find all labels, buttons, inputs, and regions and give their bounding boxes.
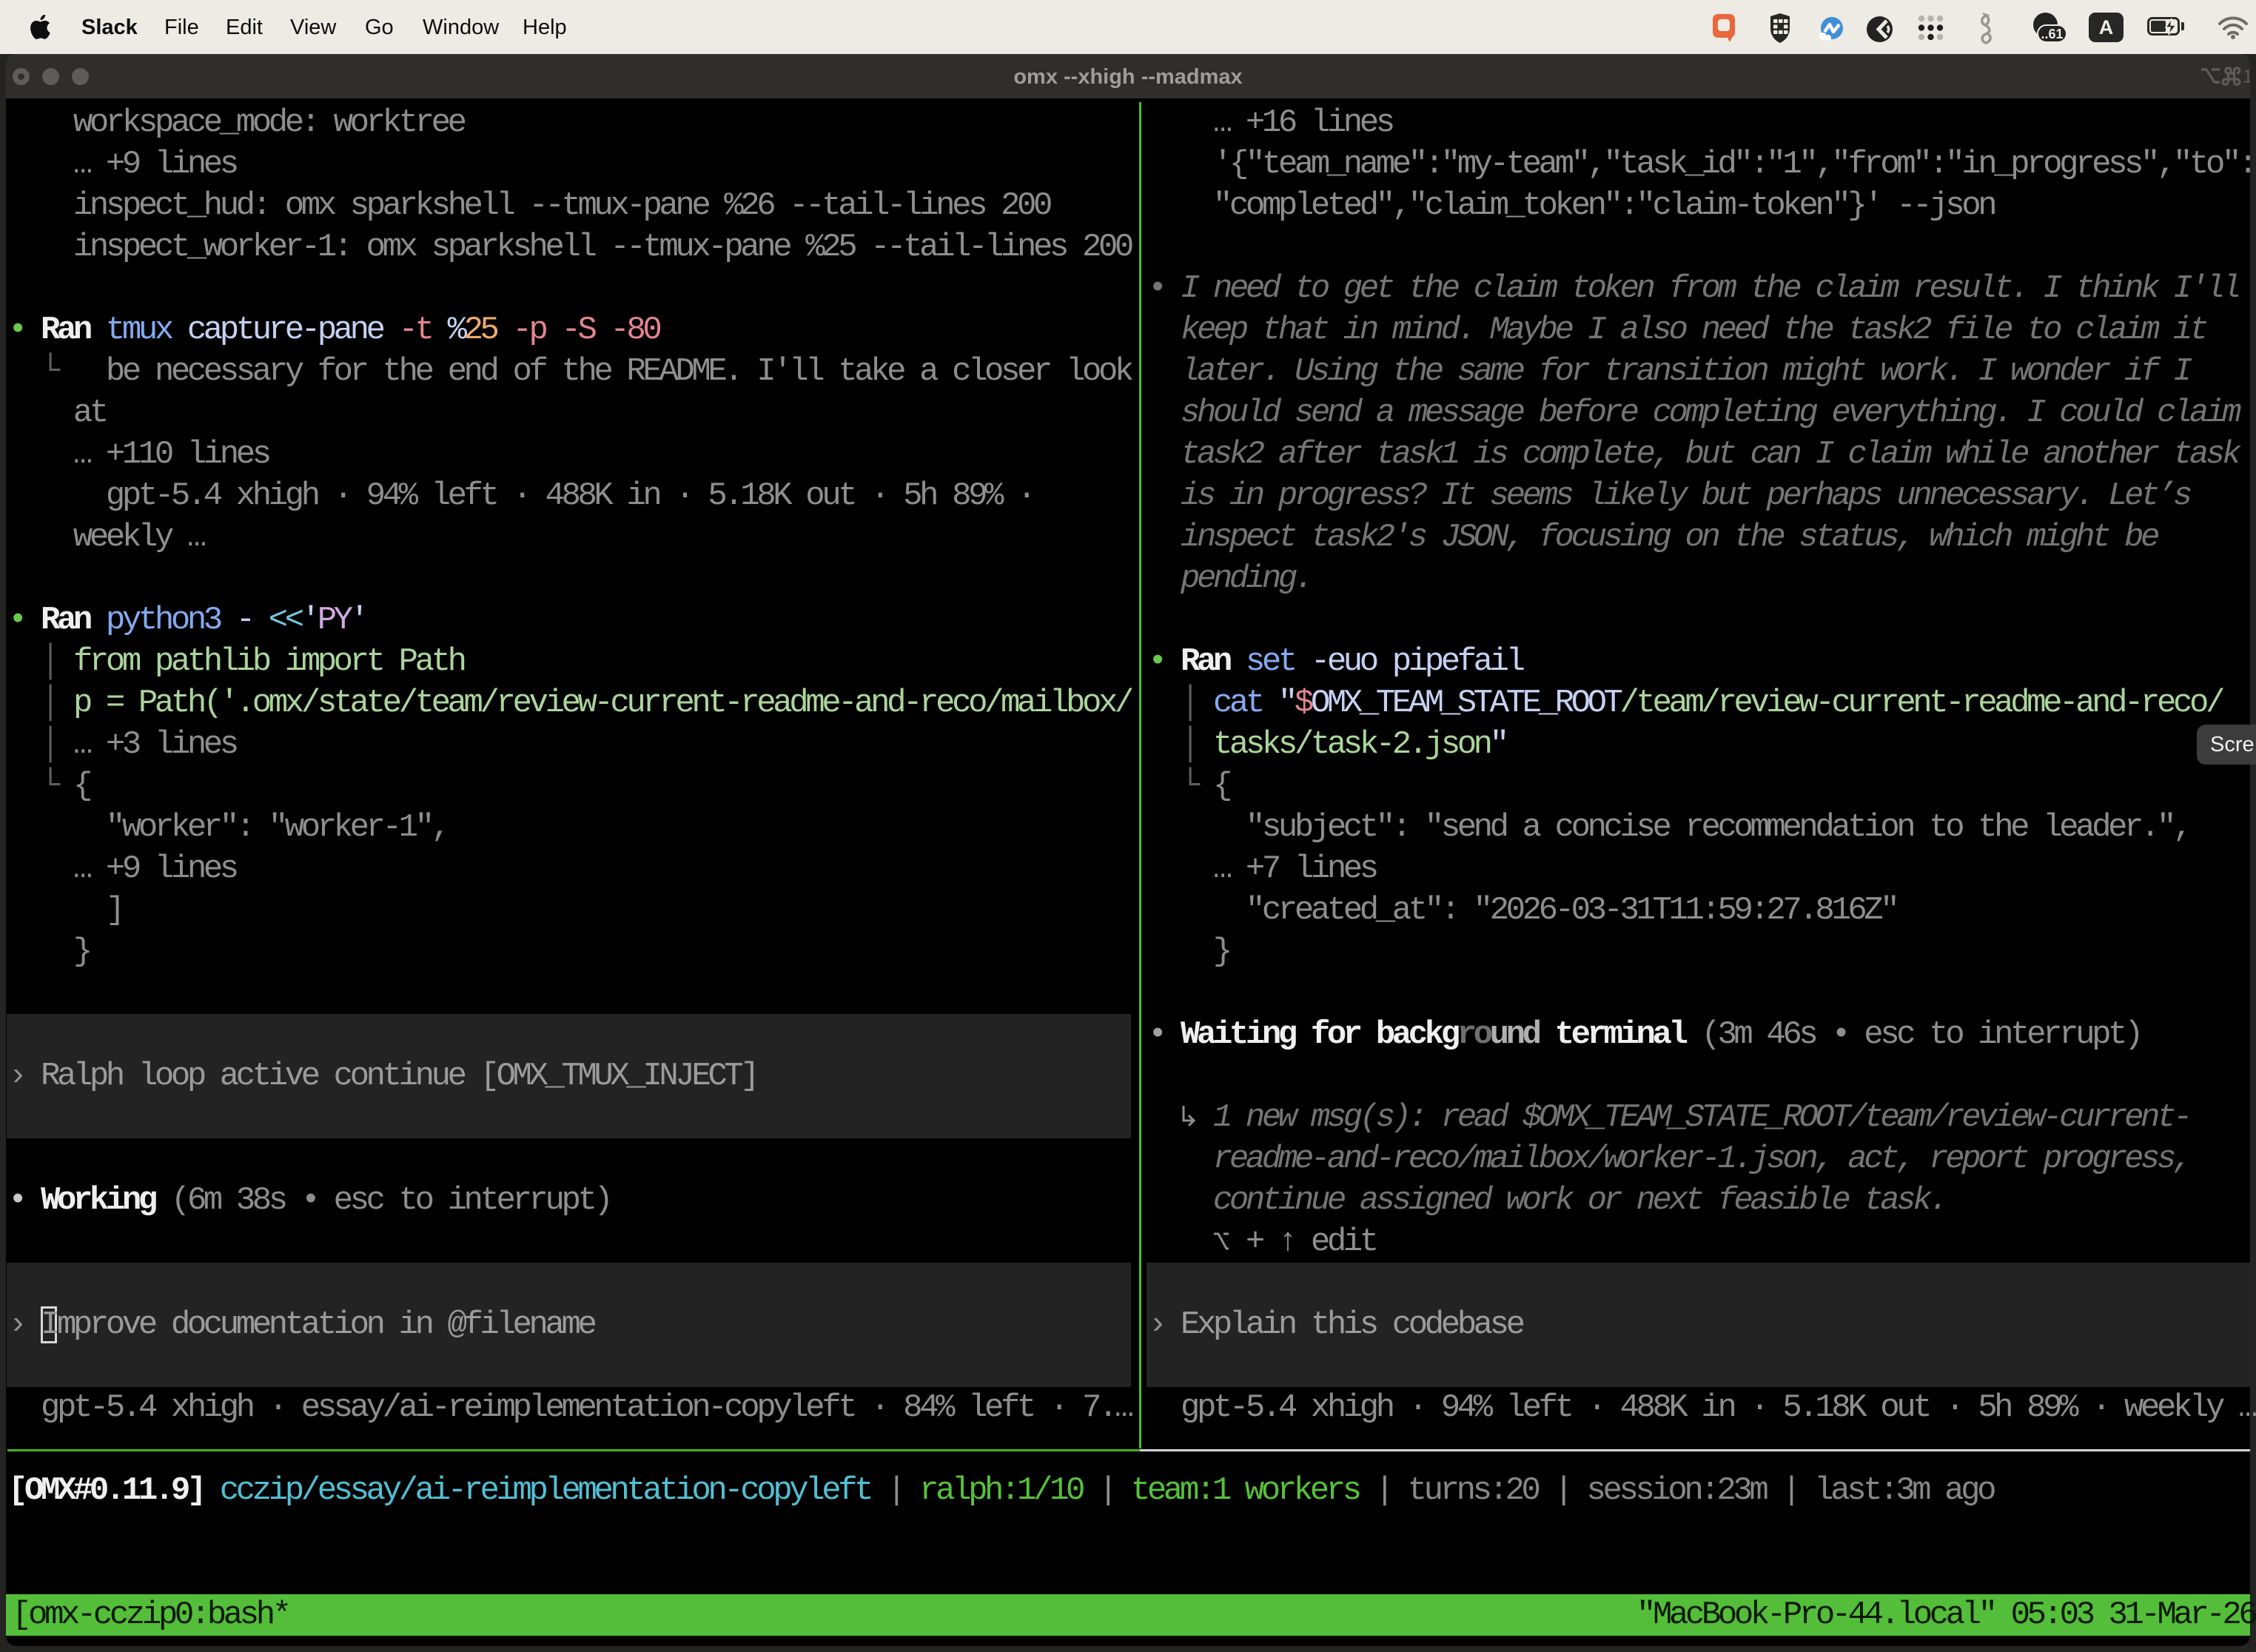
svg-text:1: 1 [2243, 67, 2250, 86]
